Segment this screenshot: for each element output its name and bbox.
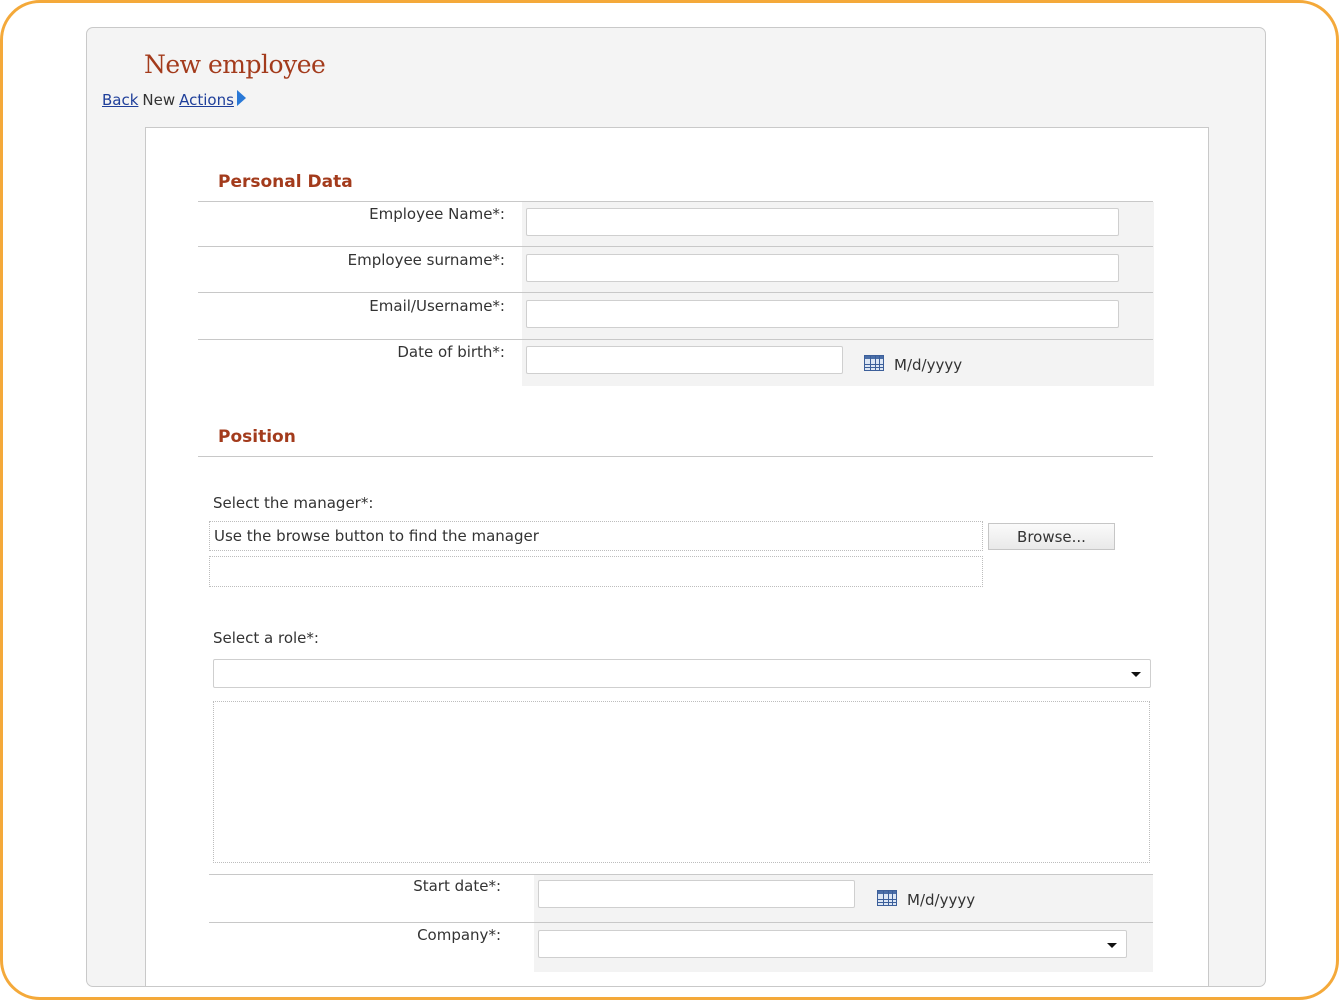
position-heading: Position — [218, 427, 296, 447]
calendar-icon[interactable] — [864, 355, 884, 371]
divider — [198, 246, 1153, 247]
date-format-hint: M/d/yyyy — [907, 891, 976, 909]
divider — [209, 922, 1153, 923]
company-label: Company*: — [417, 926, 501, 944]
expand-arrow-icon[interactable] — [236, 90, 246, 106]
role-details-box — [213, 701, 1150, 863]
divider — [198, 339, 1153, 340]
actions-link[interactable]: Actions — [179, 91, 234, 109]
email-label: Email/Username*: — [369, 297, 505, 315]
divider — [198, 292, 1153, 293]
employee-surname-label: Employee surname*: — [347, 251, 505, 269]
breadcrumb: Back New Actions — [102, 90, 246, 109]
manager-hint: Use the browse button to find the manage… — [214, 527, 539, 545]
chevron-down-icon — [1131, 672, 1141, 677]
start-date-input[interactable] — [538, 880, 855, 908]
date-format-hint: M/d/yyyy — [894, 356, 963, 374]
employee-name-input[interactable] — [526, 208, 1119, 236]
email-input[interactable] — [526, 300, 1119, 328]
back-link[interactable]: Back — [102, 91, 138, 109]
divider — [198, 456, 1153, 457]
personal-data-heading: Personal Data — [218, 172, 353, 192]
employee-surname-input[interactable] — [526, 254, 1119, 282]
employee-name-label: Employee Name*: — [369, 205, 505, 223]
chevron-down-icon — [1107, 943, 1117, 948]
page-title: New employee — [144, 50, 326, 79]
role-select[interactable] — [213, 659, 1151, 688]
browse-button[interactable]: Browse... — [988, 523, 1115, 550]
manager-label: Select the manager*: — [213, 494, 374, 512]
manager-field[interactable]: Use the browse button to find the manage… — [209, 521, 983, 551]
manager-selection-box — [209, 556, 983, 587]
date-of-birth-input[interactable] — [526, 346, 843, 374]
breadcrumb-current: New — [142, 91, 176, 109]
date-of-birth-label: Date of birth*: — [397, 343, 505, 361]
role-label: Select a role*: — [213, 629, 319, 647]
company-select[interactable] — [538, 930, 1127, 958]
start-date-label: Start date*: — [413, 877, 501, 895]
calendar-icon[interactable] — [877, 890, 897, 906]
